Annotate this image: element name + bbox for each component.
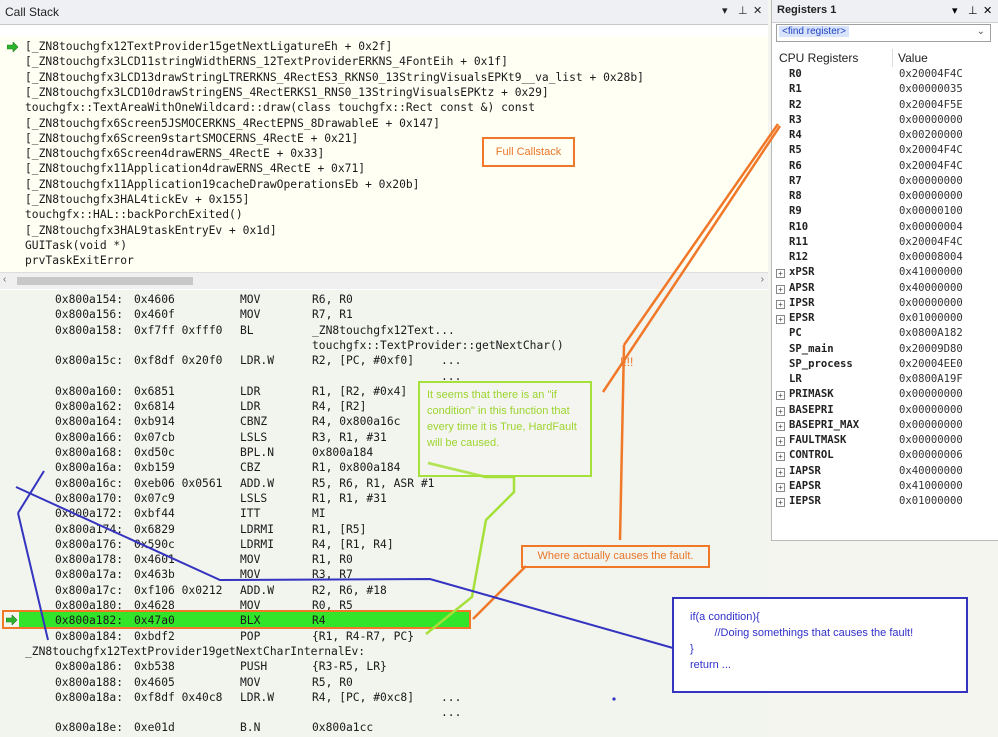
code-note: if(a condition){ //Doing somethings that… — [672, 597, 968, 693]
code-note-line: if(a condition){ — [690, 611, 760, 623]
if-condition-note: It seems that there is an "if condition"… — [418, 381, 592, 477]
where-fault-label: Where actually causes the fault. — [521, 545, 710, 568]
code-note-line: //Doing somethings that causes the fault… — [690, 627, 914, 639]
full-callstack-label: Full Callstack — [482, 137, 575, 167]
code-note-line: } — [690, 643, 694, 655]
code-note-line: return ... — [690, 659, 731, 671]
exclaim-label: !!!! — [620, 355, 634, 369]
